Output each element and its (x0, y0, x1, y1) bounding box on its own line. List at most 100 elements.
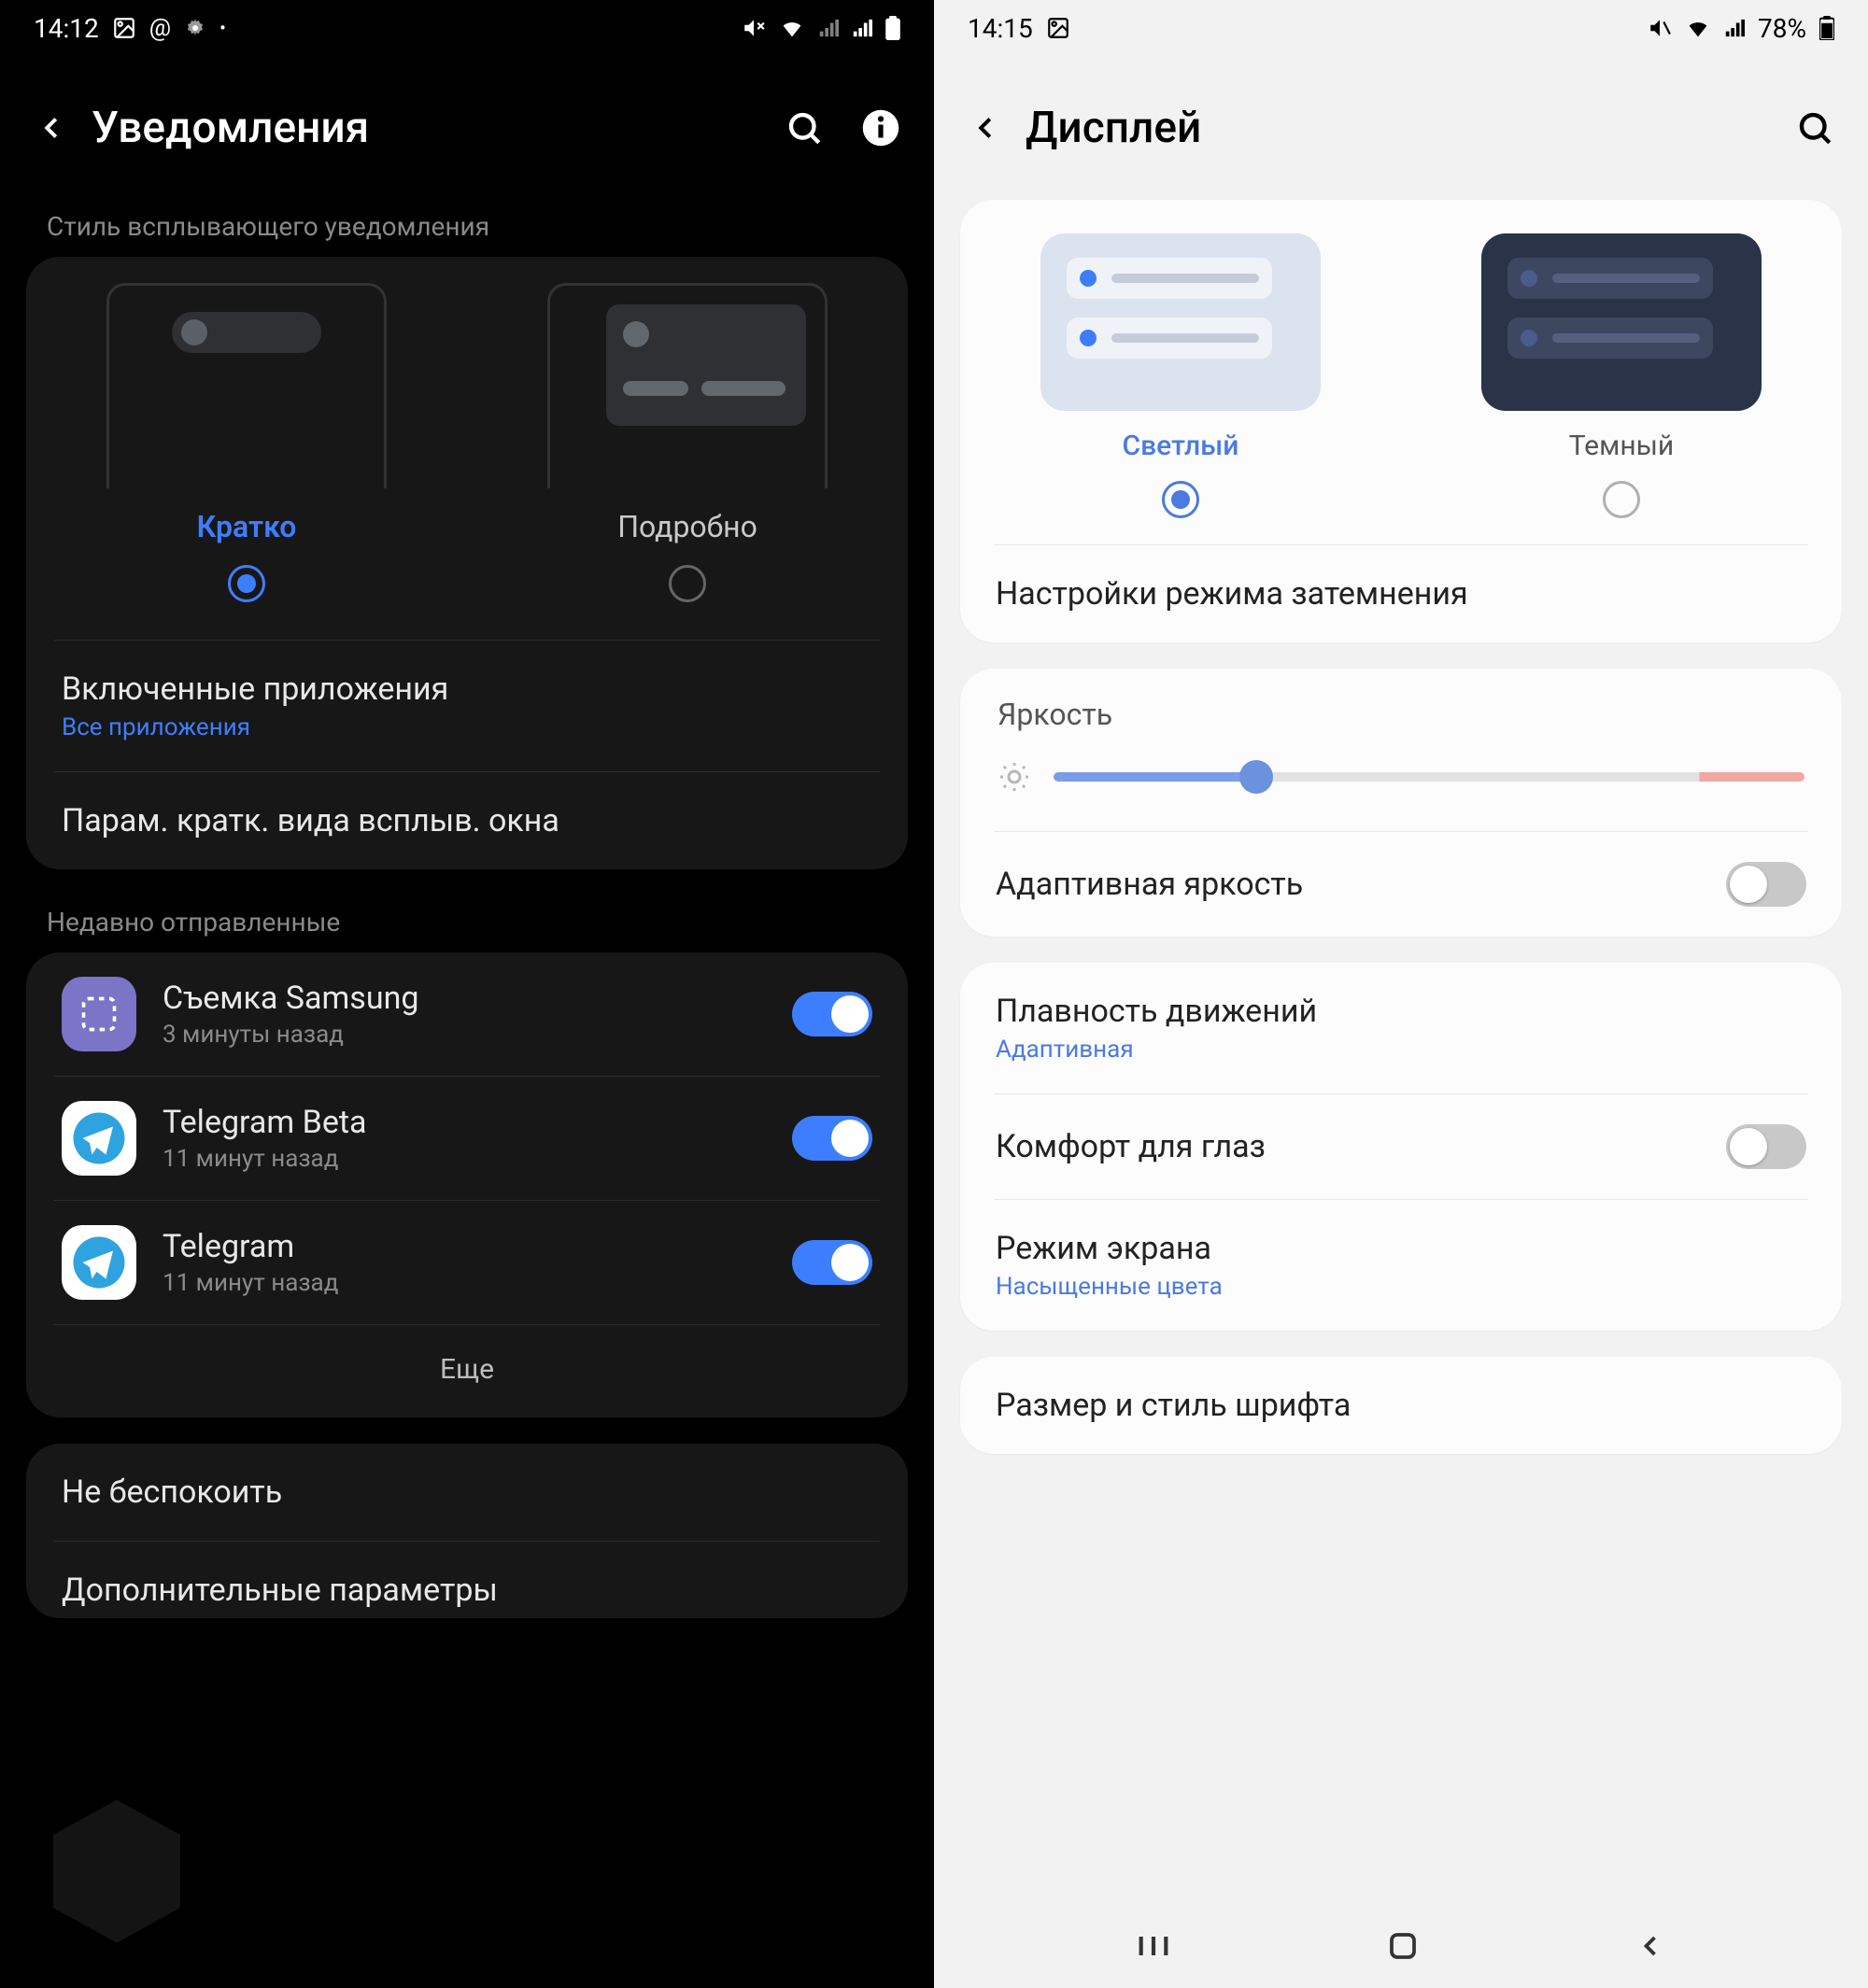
back-button[interactable] (34, 110, 69, 146)
nav-home[interactable] (1386, 1929, 1420, 1963)
more-button[interactable]: Еще (26, 1325, 908, 1417)
app-row-telegram-beta[interactable]: Telegram Beta 11 минут назад (26, 1077, 908, 1200)
dark-radio[interactable] (1603, 481, 1640, 518)
app-toggle-samsung[interactable] (792, 992, 872, 1036)
included-apps-row[interactable]: Включенные приложения Все приложения (26, 641, 908, 771)
light-preview (1040, 233, 1321, 411)
dot-icon: • (219, 17, 226, 39)
gallery-status-icon (1046, 16, 1070, 40)
header: Уведомления (0, 56, 934, 200)
theme-dark[interactable]: Темный (1401, 233, 1842, 518)
page-title: Уведомления (92, 103, 762, 153)
adaptive-title: Адаптивная яркость (996, 866, 1704, 903)
info-button[interactable] (861, 108, 900, 148)
clock: 14:12 (34, 13, 99, 44)
telegram-icon (62, 1225, 136, 1300)
recent-label: Недавно отправленные (0, 895, 934, 952)
at-icon: @ (149, 14, 171, 42)
app-name: Съемка Samsung (163, 980, 766, 1017)
popup-style-label: Стиль всплывающего уведомления (0, 200, 934, 257)
eye-title: Комфорт для глаз (996, 1128, 1704, 1165)
dark-label: Темный (1569, 430, 1675, 462)
dark-preview (1481, 233, 1762, 411)
search-button[interactable] (1795, 108, 1834, 148)
app-time: 3 минуты назад (163, 1021, 766, 1049)
app-name: Telegram Beta (163, 1104, 766, 1141)
screen-mode-row[interactable]: Режим экрана Насыщенные цвета (960, 1200, 1842, 1331)
adaptive-brightness-toggle[interactable] (1726, 862, 1806, 907)
app-time: 11 минут назад (163, 1269, 766, 1297)
sun-icon (998, 760, 1031, 794)
font-row[interactable]: Размер и стиль шрифта (960, 1357, 1842, 1454)
page-title: Дисплей (1026, 103, 1773, 153)
brief-radio[interactable] (228, 565, 265, 602)
samsung-capture-icon (62, 977, 136, 1051)
battery-percent: 78% (1758, 13, 1806, 44)
telegram-beta-icon (62, 1101, 136, 1176)
nav-back[interactable] (1634, 1929, 1667, 1963)
battery-icon (1819, 16, 1834, 40)
detail-preview (547, 283, 828, 488)
screenmode-sub: Насыщенные цвета (996, 1273, 1806, 1301)
brightness-card: Яркость Адаптивная яркость (960, 669, 1842, 937)
dark-settings-title: Настройки режима затемнения (996, 575, 1806, 613)
wifi-icon (779, 15, 805, 41)
font-title: Размер и стиль шрифта (996, 1387, 1806, 1424)
app-time: 11 минут назад (163, 1145, 766, 1173)
motion-row[interactable]: Плавность движений Адаптивная (960, 963, 1842, 1093)
recent-apps-card: Съемка Samsung 3 минуты назад Telegram B… (26, 952, 908, 1417)
mute-icon (742, 16, 766, 40)
brief-params-row[interactable]: Парам. кратк. вида всплыв. окна (26, 772, 908, 869)
brief-preview (106, 283, 387, 488)
style-detail[interactable]: Подробно (467, 283, 908, 602)
display-screen: 14:15 78% Дисплей (934, 0, 1868, 1988)
dark-mode-settings-row[interactable]: Настройки режима затемнения (960, 545, 1842, 642)
app-toggle-telegram[interactable] (792, 1240, 872, 1285)
screen-card: Плавность движений Адаптивная Комфорт дл… (960, 963, 1842, 1331)
detail-radio[interactable] (669, 565, 706, 602)
light-radio[interactable] (1162, 481, 1199, 518)
dnd-row[interactable]: Не беспокоить (26, 1444, 908, 1541)
nav-bar (934, 1904, 1868, 1988)
other-card: Не беспокоить Дополнительные параметры (26, 1444, 908, 1618)
clock: 14:15 (968, 13, 1033, 44)
search-button[interactable] (785, 108, 824, 148)
watermark-icon (37, 1792, 196, 1951)
light-label: Светлый (1123, 430, 1239, 462)
detail-label: Подробно (617, 509, 757, 544)
header: Дисплей (934, 56, 1868, 200)
brief-params-title: Парам. кратк. вида всплыв. окна (62, 802, 872, 839)
slider-track[interactable] (1054, 772, 1804, 782)
signal-icon-2 (852, 18, 872, 38)
brightness-slider[interactable] (960, 741, 1842, 831)
adaptive-brightness-row[interactable]: Адаптивная яркость (960, 832, 1842, 937)
gear-status-icon (184, 17, 206, 39)
theme-light[interactable]: Светлый (960, 233, 1401, 518)
status-bar: 14:15 78% (934, 0, 1868, 56)
wifi-icon (1685, 15, 1711, 41)
app-row-telegram[interactable]: Telegram 11 минут назад (26, 1201, 908, 1324)
vibrate-icon (1648, 16, 1672, 40)
eye-comfort-row[interactable]: Комфорт для глаз (960, 1094, 1842, 1199)
motion-title: Плавность движений (996, 993, 1806, 1030)
screenmode-title: Режим экрана (996, 1230, 1806, 1267)
theme-card: Светлый Темный Настройки режима затемнен… (960, 200, 1842, 642)
style-brief[interactable]: Кратко (26, 283, 467, 602)
eye-comfort-toggle[interactable] (1726, 1124, 1806, 1169)
nav-recents[interactable] (1135, 1927, 1172, 1965)
included-title: Включенные приложения (62, 670, 872, 708)
back-button[interactable] (968, 110, 1003, 146)
notifications-screen: 14:12 @ • Уведомления (0, 0, 934, 1988)
advanced-row[interactable]: Дополнительные параметры (26, 1542, 908, 1618)
app-row-samsung[interactable]: Съемка Samsung 3 минуты назад (26, 952, 908, 1076)
included-sub: Все приложения (62, 713, 872, 741)
slider-thumb[interactable] (1239, 760, 1273, 794)
signal-icon-1 (818, 18, 839, 38)
popup-style-card: Кратко Подробно Включенные приложения Вс… (26, 257, 908, 869)
battery-icon (885, 16, 900, 40)
app-name: Telegram (163, 1228, 766, 1265)
app-toggle-telegram-beta[interactable] (792, 1116, 872, 1161)
brightness-label: Яркость (960, 669, 1842, 741)
motion-sub: Адаптивная (996, 1036, 1806, 1064)
font-card: Размер и стиль шрифта (960, 1357, 1842, 1454)
